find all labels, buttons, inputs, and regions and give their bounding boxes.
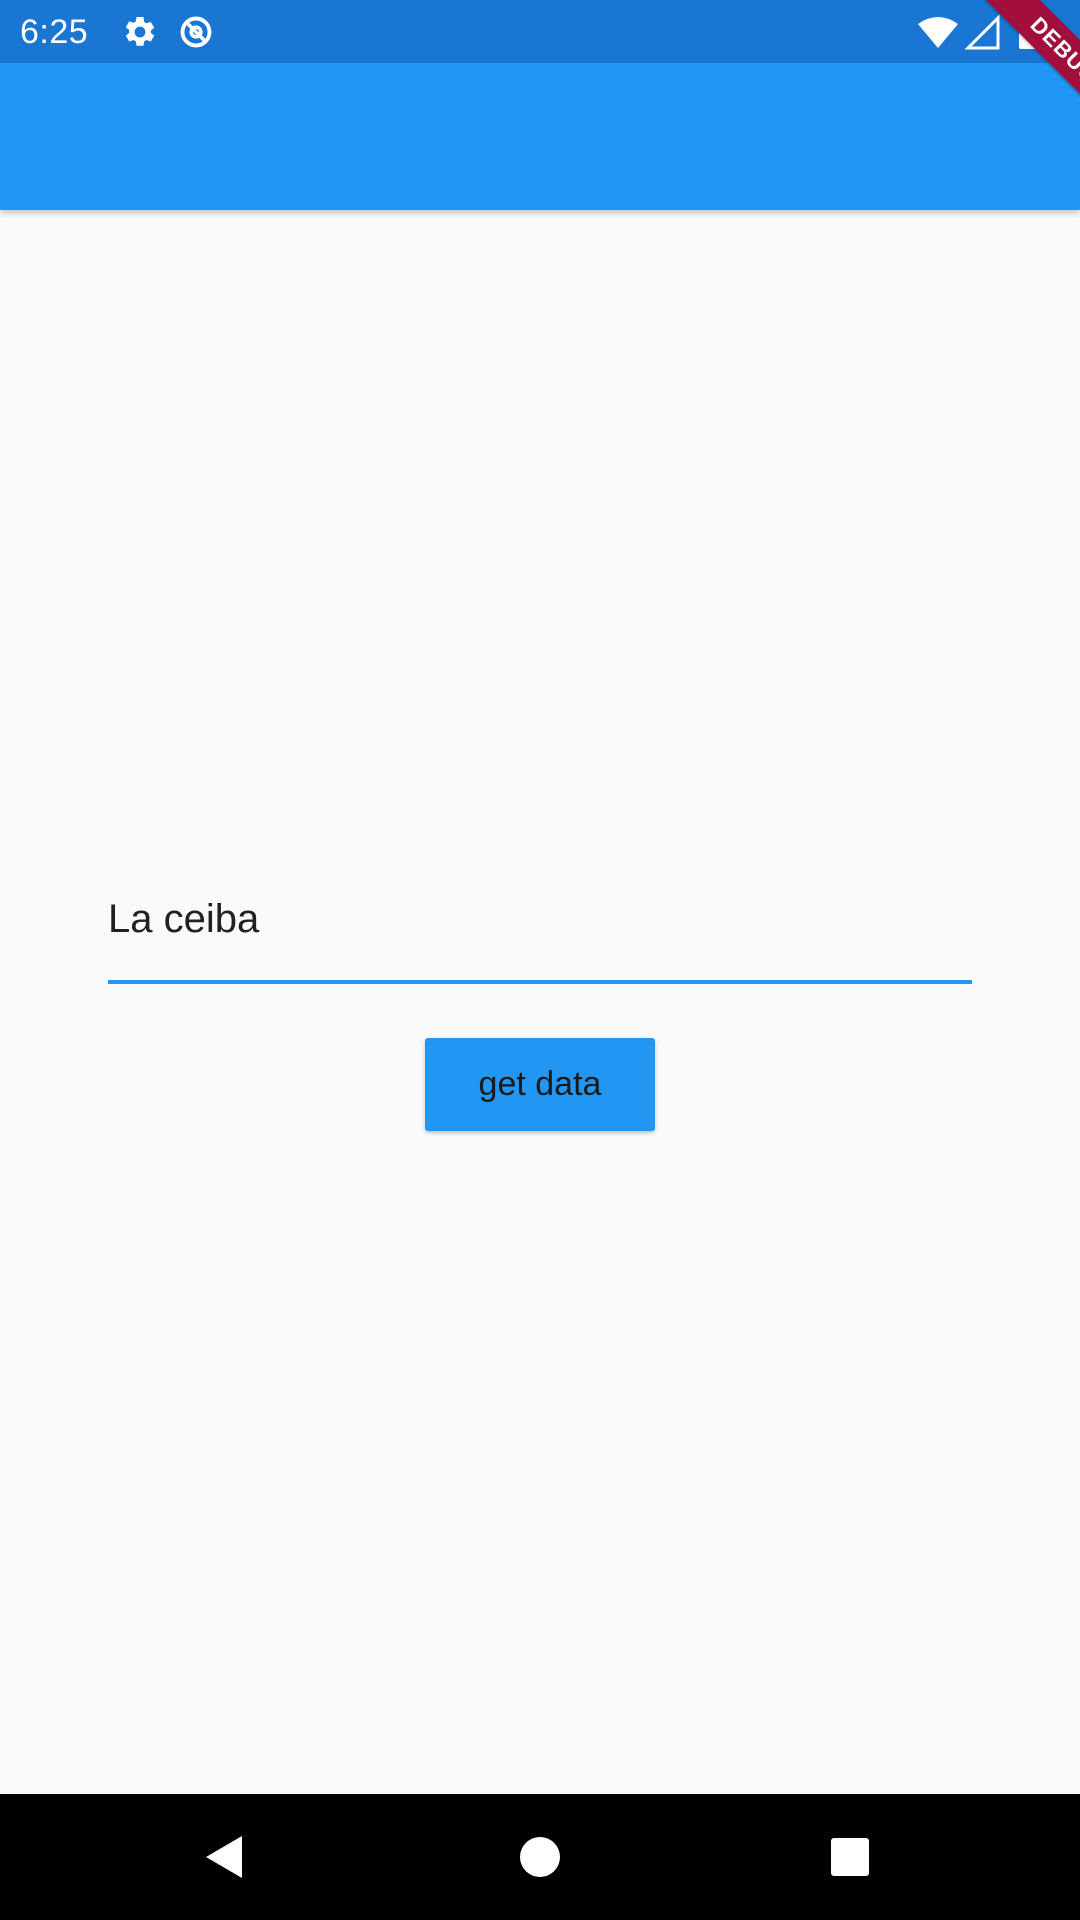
status-time: 6:25 [20,13,89,51]
recents-icon[interactable] [815,1822,885,1892]
navigation-bar [0,1794,1080,1920]
sync-icon [180,16,212,48]
app-bar [0,63,1080,210]
status-right-icons [918,14,1037,50]
home-icon[interactable] [505,1822,575,1892]
wifi-icon [918,17,958,48]
city-input-underline [108,980,972,984]
get-data-button[interactable]: get data [425,1038,655,1131]
gear-icon [125,16,155,46]
back-icon[interactable] [190,1822,260,1892]
city-input[interactable]: La ceiba [108,880,972,984]
status-bar: 6:25 [0,0,1080,63]
city-input-value[interactable]: La ceiba [108,894,259,944]
cell-signal-icon [964,14,1000,50]
battery-icon [1019,14,1037,49]
